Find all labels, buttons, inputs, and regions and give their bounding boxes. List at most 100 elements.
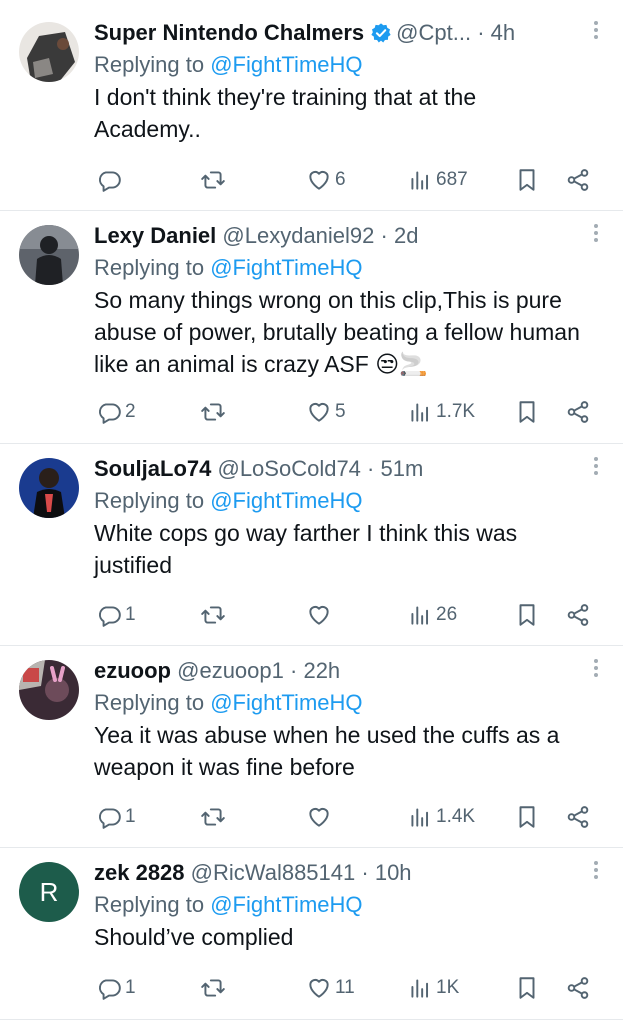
more-options-icon[interactable] <box>593 659 599 681</box>
retweet-icon <box>201 606 225 624</box>
separator-dot: · <box>290 658 298 683</box>
replying-to: Replying to @FightTimeHQ <box>94 889 605 921</box>
more-options-icon[interactable] <box>593 861 599 883</box>
retweet-button[interactable] <box>200 165 229 195</box>
timestamp[interactable]: 51m <box>381 456 424 481</box>
views-button[interactable]: 1.7K <box>407 397 475 427</box>
avatar[interactable] <box>19 660 79 720</box>
avatar-letter: R <box>39 876 59 907</box>
bookmark-button[interactable] <box>514 973 540 1003</box>
separator-dot: · <box>380 223 388 248</box>
avatar[interactable]: R <box>19 862 79 922</box>
share-button[interactable] <box>565 397 591 427</box>
heart-icon <box>309 402 329 422</box>
tweet-3[interactable]: ezuoop @ezuoop1 · 22h Replying to @Fight… <box>0 646 623 848</box>
reply-icon <box>99 606 121 627</box>
separator-dot: · <box>477 20 485 45</box>
view-count: 687 <box>436 169 468 190</box>
tweet-header: Lexy Daniel @Lexydaniel92 · 2d <box>94 220 605 252</box>
avatar[interactable] <box>19 22 79 82</box>
tweet-1[interactable]: Lexy Daniel @Lexydaniel92 · 2d Replying … <box>0 211 623 444</box>
tweet-2[interactable]: SouljaLo74 @LoSoCold74 · 51m Replying to… <box>0 444 623 646</box>
views-button[interactable]: 1K <box>407 973 459 1003</box>
heart-icon <box>309 170 329 190</box>
share-icon <box>567 977 589 999</box>
timestamp[interactable]: 4h <box>491 20 515 45</box>
reply-button[interactable]: 1 <box>96 802 136 832</box>
mention-link[interactable]: @FightTimeHQ <box>210 488 362 513</box>
views-button[interactable]: 1.4K <box>407 802 475 832</box>
reply-button[interactable]: 1 <box>96 600 136 630</box>
display-name[interactable]: zek 2828 <box>94 860 185 885</box>
like-button[interactable] <box>306 802 335 832</box>
display-name[interactable]: ezuoop <box>94 658 171 683</box>
display-name[interactable]: Super Nintendo Chalmers <box>94 20 364 45</box>
share-button[interactable] <box>565 165 591 195</box>
mention-link[interactable]: @FightTimeHQ <box>210 892 362 917</box>
like-count: 5 <box>335 401 346 422</box>
display-name[interactable]: Lexy Daniel <box>94 223 216 248</box>
replying-to: Replying to @FightTimeHQ <box>94 485 605 517</box>
avatar[interactable] <box>19 458 79 518</box>
share-button[interactable] <box>565 600 591 630</box>
reply-button[interactable] <box>96 165 125 195</box>
tweet-0[interactable]: Super Nintendo Chalmers @Cpt... · 4h Repl… <box>0 0 623 211</box>
replying-to: Replying to @FightTimeHQ <box>94 252 605 284</box>
like-button[interactable]: 11 <box>306 973 355 1003</box>
like-button[interactable]: 5 <box>306 397 346 427</box>
tweet-text: I don't think they're training that at t… <box>94 84 477 142</box>
display-name[interactable]: SouljaLo74 <box>94 456 211 481</box>
views-button[interactable]: 687 <box>407 165 468 195</box>
share-icon <box>567 401 589 423</box>
retweet-button[interactable] <box>200 397 229 427</box>
view-count: 1.7K <box>436 401 476 422</box>
user-handle[interactable]: @Lexydaniel92 <box>222 223 374 248</box>
share-icon <box>567 806 589 828</box>
bookmark-icon <box>519 169 535 191</box>
tweet-4[interactable]: R zek 2828 @RicWal885141 · 10h Replying … <box>0 848 623 1020</box>
retweet-icon <box>201 171 225 189</box>
retweet-button[interactable] <box>200 973 229 1003</box>
replying-to-label: Replying to <box>94 892 211 917</box>
retweet-button[interactable] <box>200 600 229 630</box>
retweet-button[interactable] <box>200 802 229 832</box>
share-icon <box>567 169 589 191</box>
user-handle[interactable]: @LoSoCold74 <box>217 456 360 481</box>
replying-to: Replying to @FightTimeHQ <box>94 687 605 719</box>
more-options-icon[interactable] <box>593 224 599 246</box>
reply-count: 1 <box>125 977 136 998</box>
separator-dot: · <box>367 456 375 481</box>
user-handle[interactable]: @Cpt... <box>396 20 471 45</box>
like-button[interactable]: 6 <box>306 165 346 195</box>
share-button[interactable] <box>565 973 591 1003</box>
retweet-icon <box>201 808 225 826</box>
timestamp[interactable]: 10h <box>375 860 412 885</box>
separator-dot: · <box>361 860 369 885</box>
share-button[interactable] <box>565 802 591 832</box>
mention-link[interactable]: @FightTimeHQ <box>210 52 362 77</box>
bookmark-button[interactable] <box>514 397 540 427</box>
views-icon <box>411 403 429 422</box>
more-options-icon[interactable] <box>593 457 599 479</box>
reply-button[interactable]: 2 <box>96 397 136 427</box>
replying-to-label: Replying to <box>94 488 211 513</box>
user-handle[interactable]: @ezuoop1 <box>177 658 284 683</box>
mention-link[interactable]: @FightTimeHQ <box>210 690 362 715</box>
timestamp[interactable]: 2d <box>394 223 418 248</box>
views-button[interactable]: 26 <box>407 600 457 630</box>
more-options-icon[interactable] <box>593 21 599 43</box>
bookmark-button[interactable] <box>514 600 540 630</box>
user-handle[interactable]: @RicWal885141 <box>191 860 356 885</box>
bookmark-icon <box>519 977 535 999</box>
timestamp[interactable]: 22h <box>303 658 340 683</box>
reply-button[interactable]: 1 <box>96 973 136 1003</box>
heart-icon <box>309 978 329 998</box>
avatar[interactable] <box>19 225 79 285</box>
reply-icon <box>99 171 121 192</box>
mention-link[interactable]: @FightTimeHQ <box>210 255 362 280</box>
bookmark-button[interactable] <box>514 165 540 195</box>
bookmark-button[interactable] <box>514 802 540 832</box>
reply-icon <box>99 808 121 829</box>
like-button[interactable] <box>306 600 335 630</box>
bookmark-icon <box>519 604 535 626</box>
